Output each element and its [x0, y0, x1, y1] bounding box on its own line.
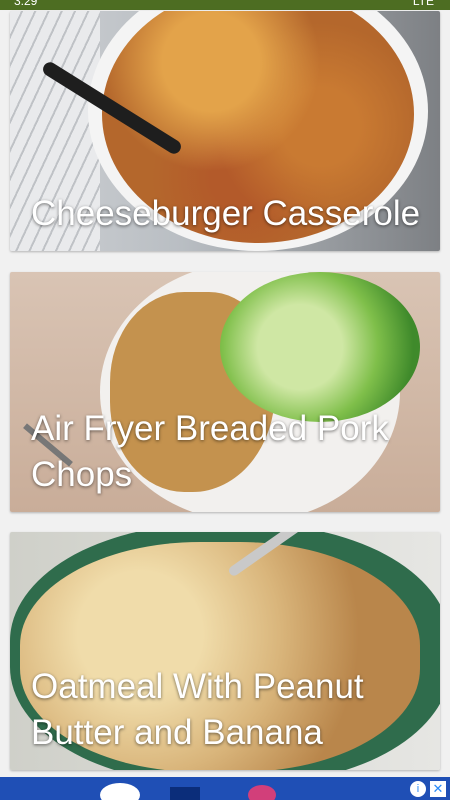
- status-network: LTE: [412, 0, 434, 8]
- ad-close-icon[interactable]: ✕: [430, 781, 446, 797]
- ad-logo: [100, 783, 140, 800]
- status-time: 3:29: [14, 0, 38, 8]
- ad-banner[interactable]: i ✕: [0, 777, 450, 800]
- recipe-title: Air Fryer Breaded Pork Chops: [31, 409, 389, 494]
- salad-image-part: [220, 272, 420, 422]
- ad-info-icon[interactable]: i: [410, 781, 426, 797]
- status-bar: 3:29 LTE: [0, 0, 450, 10]
- ad-logo: [170, 787, 200, 800]
- recipe-card-air-fryer-breaded-pork-chops[interactable]: Air Fryer Breaded Pork Chops: [10, 272, 440, 512]
- ad-logo: [248, 785, 276, 800]
- recipe-title: Cheeseburger Casserole: [31, 194, 421, 233]
- recipe-card-cheeseburger-casserole[interactable]: Cheeseburger Casserole: [10, 11, 440, 251]
- recipe-card-oatmeal-peanut-butter-banana[interactable]: Oatmeal With Peanut Butter and Banana: [10, 532, 440, 770]
- recipe-title: Oatmeal With Peanut Butter and Banana: [31, 667, 364, 752]
